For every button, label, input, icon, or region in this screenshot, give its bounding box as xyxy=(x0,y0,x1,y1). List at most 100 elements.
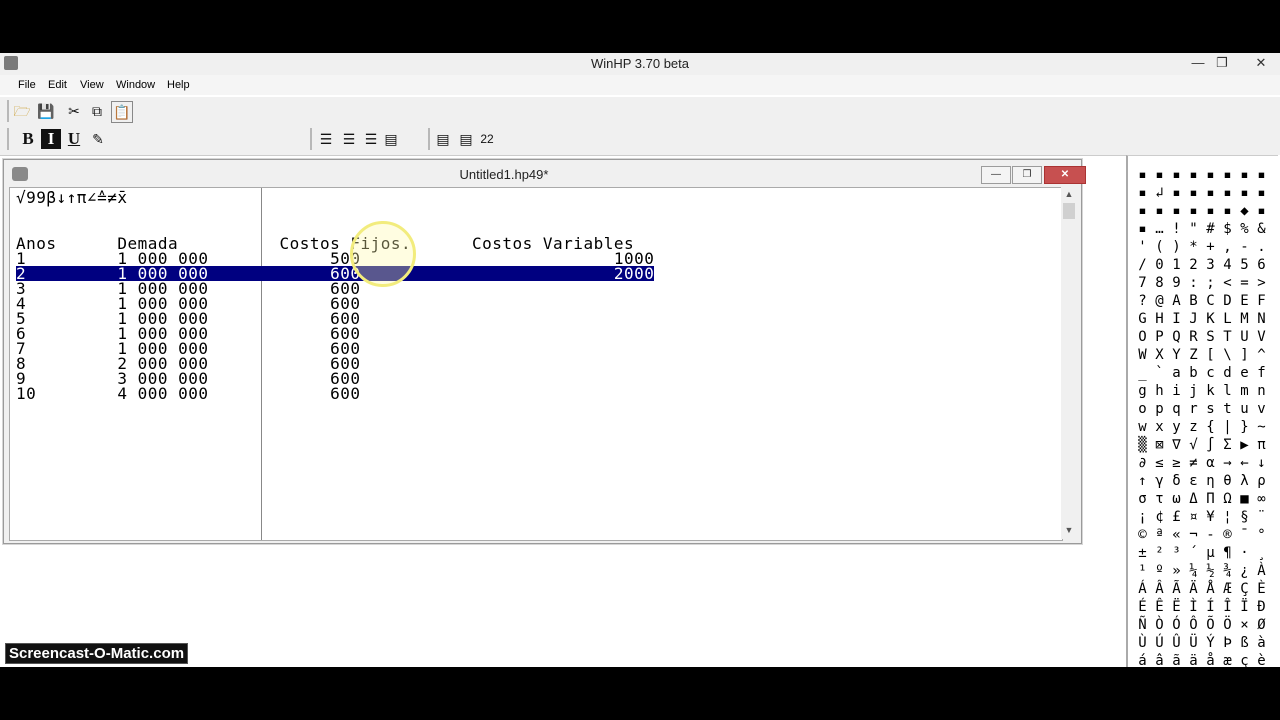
char-cell[interactable]: ◆ xyxy=(1236,202,1253,220)
char-cell[interactable]: σ xyxy=(1134,490,1151,508)
doc-minimize-button[interactable]: — xyxy=(981,166,1011,184)
char-cell[interactable]: g xyxy=(1134,382,1151,400)
char-cell[interactable]: … xyxy=(1151,220,1168,238)
char-cell[interactable]: © xyxy=(1134,526,1151,544)
text-editor[interactable]: √99β↓↑π∠≙≠x̄ Anos Demada Costos Fijos. C… xyxy=(9,187,1063,541)
scroll-thumb[interactable] xyxy=(1063,203,1075,219)
char-cell[interactable]: ? xyxy=(1134,292,1151,310)
char-cell[interactable]: Ý xyxy=(1202,634,1219,652)
char-cell[interactable]: . xyxy=(1253,238,1270,256)
char-cell[interactable]: θ xyxy=(1219,472,1236,490)
char-cell[interactable]: « xyxy=(1168,526,1185,544)
char-cell[interactable]: s xyxy=(1202,400,1219,418)
char-cell[interactable]: Q xyxy=(1168,328,1185,346)
char-cell[interactable]: e xyxy=(1236,364,1253,382)
char-cell[interactable]: i xyxy=(1168,382,1185,400)
char-cell[interactable]: b xyxy=(1185,364,1202,382)
char-cell[interactable]: λ xyxy=(1236,472,1253,490)
char-cell[interactable]: · xyxy=(1236,544,1253,562)
char-cell[interactable]: Δ xyxy=(1185,490,1202,508)
char-cell[interactable]: x xyxy=(1151,418,1168,436)
char-cell[interactable]: Ω xyxy=(1219,490,1236,508)
char-cell[interactable]: j xyxy=(1185,382,1202,400)
char-cell[interactable]: Û xyxy=(1168,634,1185,652)
char-cell[interactable]: ¡ xyxy=(1134,508,1151,526)
char-cell[interactable]: â xyxy=(1151,652,1168,667)
char-cell[interactable]: Æ xyxy=(1219,580,1236,598)
char-cell[interactable]: ¹ xyxy=(1134,562,1151,580)
char-cell[interactable]: è xyxy=(1253,652,1270,667)
char-cell[interactable]: ² xyxy=(1151,544,1168,562)
char-cell[interactable]: \ xyxy=(1219,346,1236,364)
char-cell[interactable]: F xyxy=(1253,292,1270,310)
char-cell[interactable]: ▪ xyxy=(1168,166,1185,184)
char-cell[interactable]: ▪ xyxy=(1202,166,1219,184)
open-folder-icon[interactable]: 🗁 xyxy=(12,101,32,121)
scroll-down-icon[interactable]: ▼ xyxy=(1063,525,1075,537)
char-cell[interactable]: ¤ xyxy=(1185,508,1202,526)
char-cell[interactable]: U xyxy=(1236,328,1253,346)
char-cell[interactable]: Ã xyxy=(1168,580,1185,598)
char-cell[interactable]: τ xyxy=(1151,490,1168,508)
italic-icon[interactable]: I xyxy=(41,129,61,149)
char-cell[interactable]: ω xyxy=(1168,490,1185,508)
char-cell[interactable]: - xyxy=(1236,238,1253,256)
font-size-value[interactable]: 22 xyxy=(477,129,497,149)
char-cell[interactable]: + xyxy=(1202,238,1219,256)
char-cell[interactable]: Ë xyxy=(1168,598,1185,616)
char-cell[interactable]: a xyxy=(1168,364,1185,382)
char-cell[interactable]: ≠ xyxy=(1185,454,1202,472)
char-cell[interactable]: , xyxy=(1219,238,1236,256)
char-cell[interactable]: I xyxy=(1168,310,1185,328)
char-cell[interactable]: 4 xyxy=(1219,256,1236,274)
menu-help[interactable]: Help xyxy=(167,79,190,91)
char-cell[interactable]: ≤ xyxy=(1151,454,1168,472)
char-cell[interactable]: " xyxy=(1185,220,1202,238)
align-left-icon[interactable]: ☰ xyxy=(316,129,336,149)
char-cell[interactable]: u xyxy=(1236,400,1253,418)
char-cell[interactable]: ¶ xyxy=(1219,544,1236,562)
char-cell[interactable]: ↑ xyxy=(1134,472,1151,490)
char-cell[interactable]: ∂ xyxy=(1134,454,1151,472)
char-cell[interactable]: ¬ xyxy=(1185,526,1202,544)
char-cell[interactable]: ▪ xyxy=(1219,184,1236,202)
char-cell[interactable]: 1 xyxy=(1168,256,1185,274)
char-cell[interactable]: ▪ xyxy=(1151,166,1168,184)
char-cell[interactable]: Ø xyxy=(1253,616,1270,634)
char-cell[interactable]: * xyxy=(1185,238,1202,256)
char-cell[interactable]: ← xyxy=(1236,454,1253,472)
char-cell[interactable]: ∞ xyxy=(1253,490,1270,508)
char-cell[interactable]: æ xyxy=(1219,652,1236,667)
char-cell[interactable]: ∇ xyxy=(1168,436,1185,454)
align-right-icon[interactable]: ☰ xyxy=(361,129,381,149)
char-cell[interactable]: ↓ xyxy=(1253,454,1270,472)
char-cell[interactable]: Ó xyxy=(1168,616,1185,634)
char-cell[interactable]: ■ xyxy=(1236,490,1253,508)
menu-edit[interactable]: Edit xyxy=(48,79,67,91)
char-cell[interactable]: ↲ xyxy=(1151,184,1168,202)
char-cell[interactable]: Ð xyxy=(1253,598,1270,616)
char-cell[interactable]: Ú xyxy=(1151,634,1168,652)
char-cell[interactable]: Ä xyxy=(1185,580,1202,598)
char-cell[interactable]: { xyxy=(1202,418,1219,436)
char-cell[interactable]: w xyxy=(1134,418,1151,436)
char-cell[interactable]: ¥ xyxy=(1202,508,1219,526)
char-cell[interactable]: y xyxy=(1168,418,1185,436)
char-cell[interactable]: × xyxy=(1236,616,1253,634)
char-cell[interactable]: D xyxy=(1219,292,1236,310)
char-cell[interactable]: q xyxy=(1168,400,1185,418)
char-cell[interactable]: º xyxy=(1151,562,1168,580)
char-cell[interactable]: ▪ xyxy=(1253,202,1270,220)
char-cell[interactable]: } xyxy=(1236,418,1253,436)
char-cell[interactable]: | xyxy=(1219,418,1236,436)
char-cell[interactable]: Â xyxy=(1151,580,1168,598)
char-cell[interactable]: Ì xyxy=(1185,598,1202,616)
char-cell[interactable]: l xyxy=(1219,382,1236,400)
char-cell[interactable]: Å xyxy=(1202,580,1219,598)
char-cell[interactable]: α xyxy=(1202,454,1219,472)
char-cell[interactable]: S xyxy=(1202,328,1219,346)
char-cell[interactable]: ¼ xyxy=(1185,562,1202,580)
menu-file[interactable]: File xyxy=(18,79,36,91)
char-cell[interactable]: ⊠ xyxy=(1151,436,1168,454)
indent-icon[interactable]: ▤ xyxy=(433,129,453,149)
